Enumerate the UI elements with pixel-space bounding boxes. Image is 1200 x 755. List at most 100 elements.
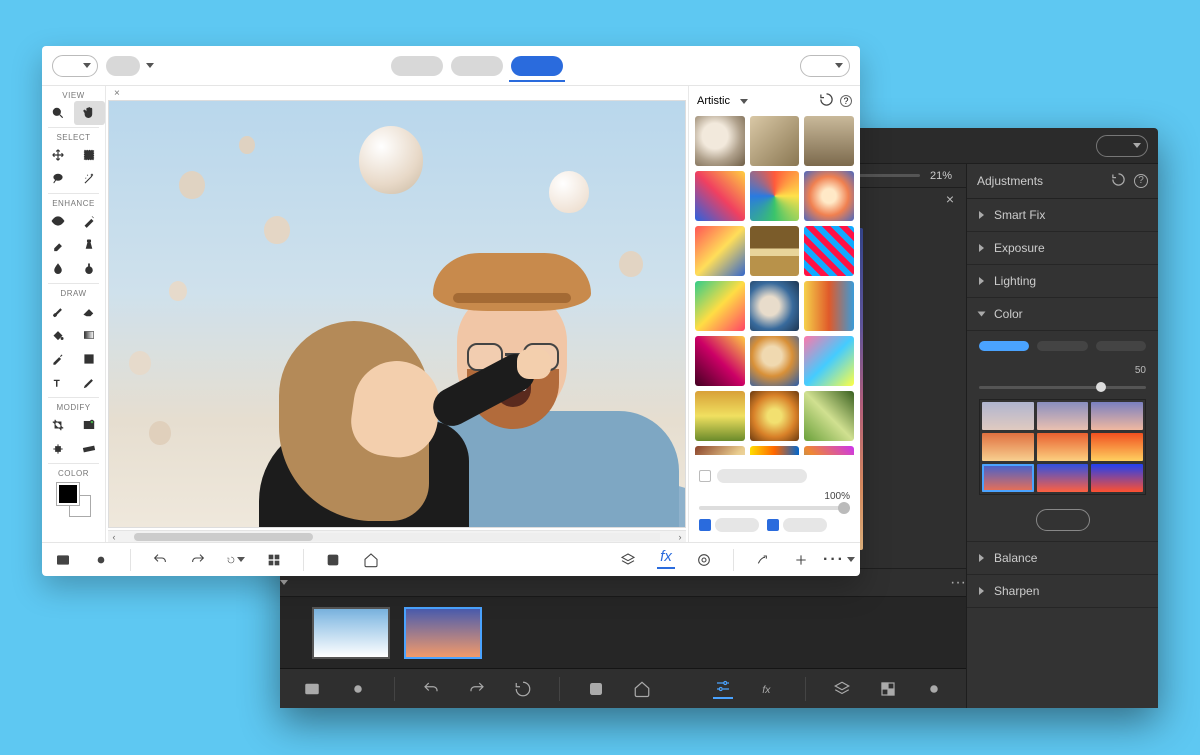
topbar-pill[interactable] (106, 56, 140, 76)
move-tool-icon[interactable] (42, 143, 74, 167)
adjust-exposure[interactable]: Exposure (967, 232, 1158, 265)
effect-thumb[interactable] (804, 336, 854, 386)
redo-icon[interactable] (467, 679, 487, 699)
scroll-left-icon[interactable]: ‹ (108, 532, 120, 542)
more-icon[interactable]: ··· (950, 574, 966, 592)
scroll-right-icon[interactable]: › (674, 532, 686, 542)
document-tab[interactable]: × (106, 86, 688, 100)
dark-topbar-dropdown[interactable] (1096, 135, 1148, 157)
close-icon[interactable]: × (946, 191, 954, 207)
eyedropper-tool-icon[interactable] (42, 347, 74, 371)
effect-thumb[interactable] (695, 336, 745, 386)
gradient-tool-icon[interactable] (74, 323, 106, 347)
color-preset[interactable] (982, 402, 1034, 430)
sponge-tool-icon[interactable] (74, 257, 106, 281)
effect-thumb[interactable] (804, 446, 854, 455)
color-preset[interactable] (982, 433, 1034, 461)
spot-heal-tool-icon[interactable] (42, 233, 74, 257)
effect-option-checkbox[interactable] (699, 470, 711, 482)
effect-thumb[interactable] (695, 116, 745, 166)
reset-icon[interactable] (819, 92, 834, 110)
close-icon[interactable]: × (114, 88, 120, 99)
undo-icon[interactable] (421, 679, 441, 699)
record-icon[interactable] (92, 551, 110, 569)
styles-icon[interactable] (695, 551, 713, 569)
chevron-down-icon[interactable] (740, 99, 748, 104)
reset-icon[interactable] (1111, 172, 1126, 190)
mode-tab-active[interactable] (511, 56, 563, 76)
photo-bin-icon[interactable] (54, 551, 72, 569)
effect-checkbox-1[interactable] (699, 519, 711, 531)
photo-bin-icon[interactable] (302, 679, 322, 699)
lasso-tool-icon[interactable] (42, 167, 74, 191)
clone-tool-icon[interactable] (74, 233, 106, 257)
effect-thumb[interactable] (695, 226, 745, 276)
organizer-icon[interactable] (586, 679, 606, 699)
chevron-down-icon[interactable] (280, 580, 288, 585)
content-move-tool-icon[interactable] (42, 437, 74, 461)
photo-bin-thumb[interactable] (312, 607, 390, 659)
effect-thumb[interactable] (804, 391, 854, 441)
hand-tool-icon[interactable] (74, 101, 106, 125)
layout-icon[interactable] (265, 551, 283, 569)
effect-thumb[interactable] (804, 226, 854, 276)
adjust-sharpen[interactable]: Sharpen (967, 575, 1158, 608)
record-icon[interactable] (348, 679, 368, 699)
effect-thumb[interactable] (695, 391, 745, 441)
undo-icon[interactable] (151, 551, 169, 569)
graphics-icon[interactable] (754, 551, 772, 569)
organizer-icon[interactable] (324, 551, 342, 569)
recompose-tool-icon[interactable] (74, 413, 106, 437)
color-slider[interactable] (979, 386, 1146, 389)
effect-thumb[interactable] (750, 446, 800, 455)
adjust-color[interactable]: Color (967, 298, 1158, 331)
foreground-color-swatch[interactable] (57, 483, 79, 505)
effect-thumb[interactable] (695, 171, 745, 221)
crop-tool-icon[interactable] (42, 413, 74, 437)
color-preset[interactable] (1037, 433, 1089, 461)
pencil-tool-icon[interactable] (74, 371, 106, 395)
color-preset[interactable] (1091, 433, 1143, 461)
adjust-smartfix[interactable]: Smart Fix (967, 199, 1158, 232)
more-icon[interactable]: ··· (830, 551, 848, 569)
quick-adjust-icon[interactable] (713, 679, 733, 699)
effect-thumb[interactable] (804, 281, 854, 331)
fill-tool-icon[interactable] (42, 323, 74, 347)
color-preset[interactable] (1037, 464, 1089, 492)
color-preset[interactable] (1091, 402, 1143, 430)
marquee-tool-icon[interactable] (74, 143, 106, 167)
effect-thumb[interactable] (750, 391, 800, 441)
effect-thumb[interactable] (695, 446, 745, 455)
color-reset-button[interactable] (1036, 509, 1090, 531)
effect-thumb[interactable] (804, 171, 854, 221)
canvas-hscrollbar[interactable]: ‹ › (108, 530, 686, 542)
rotate-icon[interactable] (513, 679, 533, 699)
redo-icon[interactable] (189, 551, 207, 569)
straighten-tool-icon[interactable] (74, 437, 106, 461)
rotate-icon[interactable] (227, 551, 245, 569)
effect-thumb[interactable] (804, 116, 854, 166)
effect-checkbox-2[interactable] (767, 519, 779, 531)
photo-bin-thumb-selected[interactable] (404, 607, 482, 659)
create-dropdown[interactable] (800, 55, 850, 77)
shape-tool-icon[interactable] (74, 347, 106, 371)
layers-icon[interactable] (832, 679, 852, 699)
color-subtab-1[interactable] (979, 341, 1029, 351)
effect-thumb[interactable] (750, 336, 800, 386)
help-icon[interactable]: ? (1134, 174, 1148, 188)
blur-tool-icon[interactable] (42, 257, 74, 281)
add-icon[interactable] (792, 551, 810, 569)
color-subtab-2[interactable] (1037, 341, 1087, 351)
intensity-slider[interactable] (699, 506, 850, 510)
layers-icon[interactable] (619, 551, 637, 569)
zoom-tool-icon[interactable] (42, 101, 74, 125)
color-subtab-3[interactable] (1096, 341, 1146, 351)
type-tool-icon[interactable]: T (42, 371, 74, 395)
effects-category[interactable]: Artistic (697, 95, 730, 107)
color-preset[interactable] (1091, 464, 1143, 492)
record-icon-2[interactable] (924, 679, 944, 699)
effect-thumb[interactable] (750, 226, 800, 276)
brush-tool-icon[interactable] (42, 299, 74, 323)
whiten-tool-icon[interactable] (74, 209, 106, 233)
home-icon[interactable] (632, 679, 652, 699)
